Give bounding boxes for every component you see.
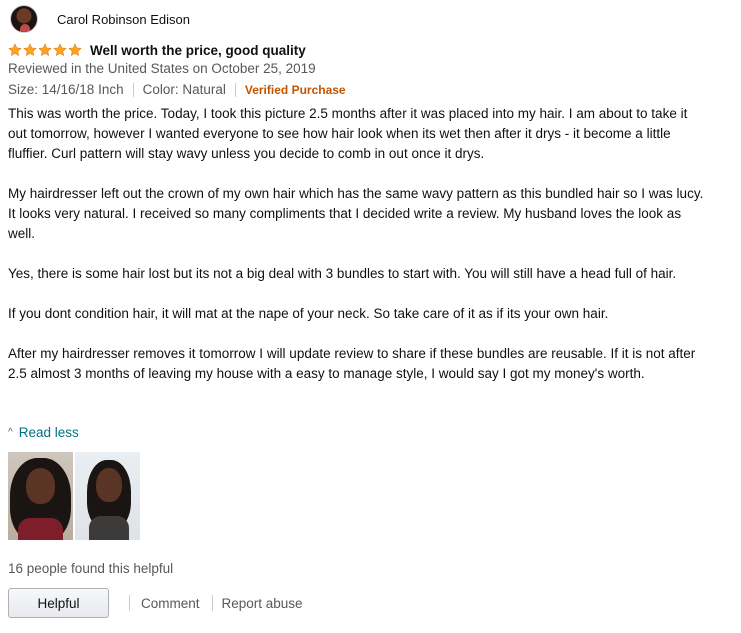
variant-info: Size: 14/16/18 Inch Color: Natural Verif… <box>8 82 346 97</box>
divider <box>234 82 236 97</box>
read-less-label: Read less <box>18 425 79 440</box>
helpful-count: 16 people found this helpful <box>8 561 174 576</box>
divider <box>132 82 134 97</box>
review-paragraph: This was worth the price. Today, I took … <box>8 106 688 161</box>
review-paragraph: After my hairdresser removes it tomorrow… <box>8 346 696 381</box>
star-rating[interactable] <box>8 43 82 57</box>
verified-purchase-badge[interactable]: Verified Purchase <box>245 83 346 97</box>
divider <box>211 595 213 611</box>
variant-size[interactable]: Size: 14/16/18 Inch <box>8 82 124 97</box>
reviewer-profile[interactable]: Carol Robinson Edison <box>10 5 190 33</box>
star-icon <box>23 43 37 56</box>
variant-color[interactable]: Color: Natural <box>143 82 226 97</box>
chevron-up-icon: ^ <box>8 427 13 438</box>
review-images <box>8 452 140 540</box>
review-image-thumbnail[interactable] <box>75 452 140 540</box>
helpful-button[interactable]: Helpful <box>8 588 109 618</box>
review-image-thumbnail[interactable] <box>8 452 73 540</box>
reviewer-name[interactable]: Carol Robinson Edison <box>57 12 190 27</box>
review-paragraph: Yes, there is some hair lost but its not… <box>8 266 677 281</box>
review-actions: Helpful Comment Report abuse <box>8 588 303 618</box>
review-body: This was worth the price. Today, I took … <box>8 104 708 404</box>
review-title-row: Well worth the price, good quality <box>8 40 306 60</box>
review-date: Reviewed in the United States on October… <box>8 61 316 76</box>
report-abuse-link[interactable]: Report abuse <box>222 596 303 611</box>
star-icon <box>68 43 82 56</box>
review-title[interactable]: Well worth the price, good quality <box>90 43 306 58</box>
read-less-link[interactable]: ^ Read less <box>8 425 79 440</box>
star-icon <box>8 43 22 56</box>
comment-link[interactable]: Comment <box>141 596 200 611</box>
star-icon <box>38 43 52 56</box>
avatar[interactable] <box>10 5 38 33</box>
review-paragraph: If you dont condition hair, it will mat … <box>8 306 609 321</box>
review-paragraph: My hairdresser left out the crown of my … <box>8 186 704 241</box>
divider <box>129 595 130 611</box>
star-icon <box>53 43 67 56</box>
